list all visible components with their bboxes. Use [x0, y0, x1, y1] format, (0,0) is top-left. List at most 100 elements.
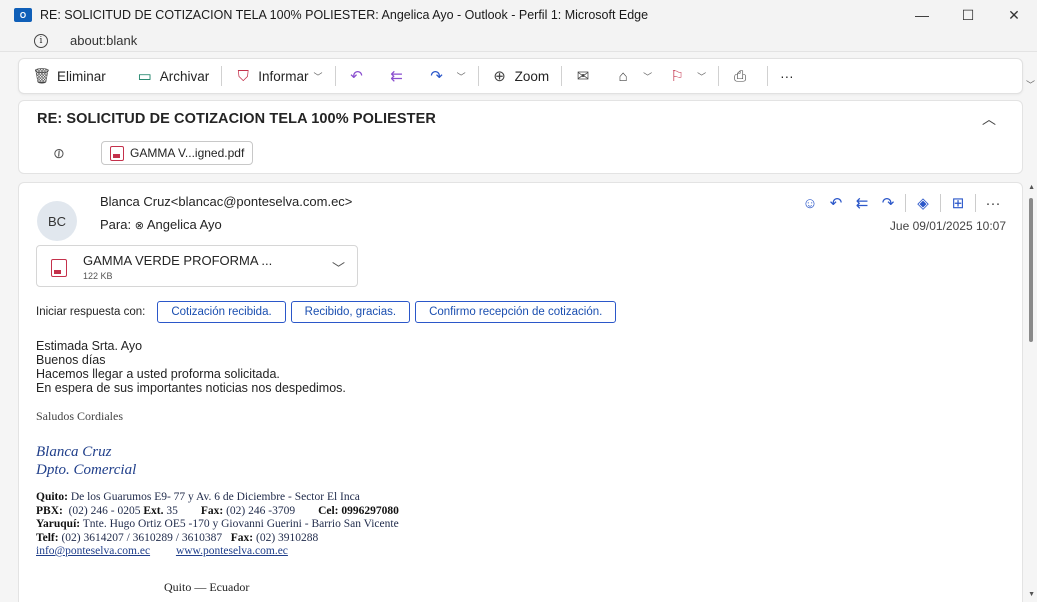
maximize-button[interactable]: ☐ — [945, 0, 991, 30]
contact-value: 0996297080 — [341, 504, 399, 517]
email-link[interactable]: info@ponteselva.com.ec — [36, 545, 150, 557]
more-options-button[interactable]: ··· — [772, 62, 802, 90]
attachment-chip[interactable]: GAMMA V...igned.pdf — [101, 141, 254, 165]
contact-value: (02) 246 -3709 — [226, 504, 296, 517]
attachment-card[interactable]: GAMMA VERDE PROFORMA ... 122 KB ﹀ — [36, 245, 358, 287]
reply-icon[interactable]: ↶ — [823, 192, 849, 214]
message-actions: ☺ ↶ ⇇ ↷ ◈ ⊞ ··· — [797, 192, 1006, 214]
toolbar-divider — [334, 66, 336, 86]
chevron-down-icon[interactable]: ﹀ — [697, 70, 706, 83]
actions-divider — [975, 194, 976, 212]
emoji-reaction-icon[interactable]: ☺ — [797, 192, 823, 214]
flag-button[interactable]: ⚐ ﹀ — [660, 62, 714, 90]
forward-button[interactable]: ↷ ﹀ — [420, 62, 474, 90]
delete-label: Eliminar — [57, 68, 106, 84]
attachment-chip-label: GAMMA V...igned.pdf — [130, 146, 245, 160]
archive-button[interactable]: ▭ Archivar — [128, 62, 218, 90]
delete-button[interactable]: 🗑︎ Eliminar — [25, 62, 114, 90]
pdf-icon — [51, 259, 67, 277]
contact-value: (02) 3910288 — [256, 531, 319, 544]
signature-name: Blanca Cruz — [36, 444, 112, 460]
scrollbar-thumb[interactable] — [1029, 198, 1033, 342]
contact-label: Telf: — [36, 531, 59, 544]
paperclip-icon: ⊘ — [48, 143, 69, 164]
suggested-reply-button[interactable]: Confirmo recepción de cotización. — [415, 301, 617, 323]
reply-all-button[interactable]: ⇇ — [380, 62, 420, 90]
zoom-icon: ⊕ — [493, 68, 506, 85]
recipient-name[interactable]: Angelica Ayo — [147, 217, 222, 232]
report-shield-icon: ⛉ — [237, 67, 249, 85]
toolbar-overflow-chevron-icon[interactable]: ﹀ — [1026, 78, 1035, 91]
chevron-down-icon[interactable]: ﹀ — [643, 70, 652, 83]
teams-share-icon[interactable]: ◈ — [910, 192, 936, 214]
to-label: Para: — [100, 217, 132, 232]
contact-label: Ext. — [143, 504, 164, 517]
forward-icon: ↷ — [430, 68, 443, 85]
message-body: Estimada Srta. Ayo Buenos días Hacemos l… — [36, 339, 346, 395]
printer-icon: ⎙ — [734, 67, 747, 85]
body-line: Estimada Srta. Ayo — [36, 339, 143, 353]
report-button[interactable]: ⛉ Informar ﹀ — [226, 62, 330, 90]
signature: Blanca Cruz Dpto. Comercial — [36, 443, 136, 479]
contact-value: (02) 246 - 0205 — [68, 504, 141, 517]
recipient-line: Para: ⊗ Angelica Ayo — [100, 217, 222, 232]
flag-icon: ⚐ — [670, 68, 684, 85]
message-datetime: Jue 09/01/2025 10:07 — [889, 219, 1006, 233]
minimize-button[interactable]: — — [899, 0, 945, 30]
chevron-down-icon[interactable]: ﹀ — [314, 70, 323, 83]
reply-all-icon[interactable]: ⇇ — [849, 192, 875, 214]
suggested-reply-button[interactable]: Cotización recibida. — [157, 301, 286, 323]
apps-icon[interactable]: ⊞ — [945, 192, 971, 214]
scroll-up-icon[interactable]: ▲ — [1028, 184, 1035, 191]
zoom-label: Zoom — [514, 68, 550, 84]
suggested-reply-button[interactable]: Recibido, gracias. — [290, 301, 411, 323]
reply-icon: ↶ — [350, 68, 363, 85]
contact-line: info@ponteselva.com.ec www.ponteselva.co… — [36, 545, 399, 559]
closing-greeting: Saludos Cordiales — [36, 409, 123, 423]
scroll-down-icon[interactable]: ▼ — [1028, 591, 1035, 598]
contact-value: Tnte. Hugo Ortiz OE5 -170 y Giovanni Gue… — [82, 518, 399, 530]
contact-line: Yaruquí: Tnte. Hugo Ortiz OE5 -170 y Gio… — [36, 518, 399, 532]
contact-label: Yaruquí: — [36, 518, 81, 530]
info-icon[interactable]: i — [34, 33, 48, 48]
toolbar-divider — [477, 66, 479, 86]
categorize-button[interactable]: ⌂ ﹀ — [606, 62, 660, 90]
zoom-button[interactable]: ⊕ Zoom — [483, 62, 558, 90]
signature-department: Dpto. Comercial — [36, 462, 137, 478]
mark-read-button[interactable]: ✉ — [566, 62, 606, 90]
email-subject: RE: SOLICITUD DE COTIZACION TELA 100% PO… — [37, 111, 436, 127]
sender[interactable]: Blanca Cruz<blancac@ponteselva.com.ec> — [100, 194, 352, 209]
signature-city: Quito — Ecuador — [164, 580, 250, 594]
chevron-down-icon[interactable]: ﹀ — [332, 258, 345, 277]
address-url[interactable]: about:blank — [70, 33, 137, 48]
toolbar-divider — [561, 66, 563, 86]
forward-icon[interactable]: ↷ — [875, 192, 901, 214]
reply-button[interactable]: ↶ — [340, 62, 380, 90]
contact-value: 35 — [166, 504, 178, 517]
avatar[interactable]: BC — [37, 201, 77, 241]
attachment-name: GAMMA VERDE PROFORMA ... — [83, 253, 273, 268]
print-button[interactable]: ⎙ — [723, 62, 763, 90]
contact-value: (02) 3614207 / 3610289 / 3610387 — [61, 531, 223, 544]
body-line: Buenos días — [36, 353, 106, 367]
window-titlebar: O RE: SOLICITUD DE COTIZACION TELA 100% … — [0, 0, 1037, 30]
body-line: En espera de sus importantes noticias no… — [36, 381, 346, 395]
outlook-icon: O — [14, 8, 32, 22]
envelope-open-icon: ✉ — [576, 68, 590, 85]
signature-contact: Quito: De los Guarumos E9- 77 y Av. 6 de… — [36, 491, 399, 559]
chevron-down-icon[interactable]: ﹀ — [457, 70, 466, 83]
contact-label: Fax: — [200, 504, 224, 517]
tag-icon: ⌂ — [618, 67, 628, 85]
subject-card: RE: SOLICITUD DE COTIZACION TELA 100% PO… — [18, 100, 1023, 174]
reply-all-icon: ⇇ — [390, 68, 403, 85]
more-actions-icon[interactable]: ··· — [980, 192, 1006, 214]
address-bar: i about:blank — [0, 30, 1037, 52]
close-button[interactable]: ✕ — [991, 0, 1037, 30]
chevron-up-icon[interactable]: ︿ — [982, 109, 996, 129]
archive-icon: ▭ — [137, 68, 152, 85]
contact-label: Fax: — [230, 531, 254, 544]
pdf-icon — [110, 145, 124, 161]
trash-icon: 🗑︎ — [32, 68, 52, 85]
website-link[interactable]: www.ponteselva.com.ec — [176, 545, 288, 557]
contact-value: De los Guarumos E9- 77 y Av. 6 de Diciem… — [70, 491, 360, 503]
